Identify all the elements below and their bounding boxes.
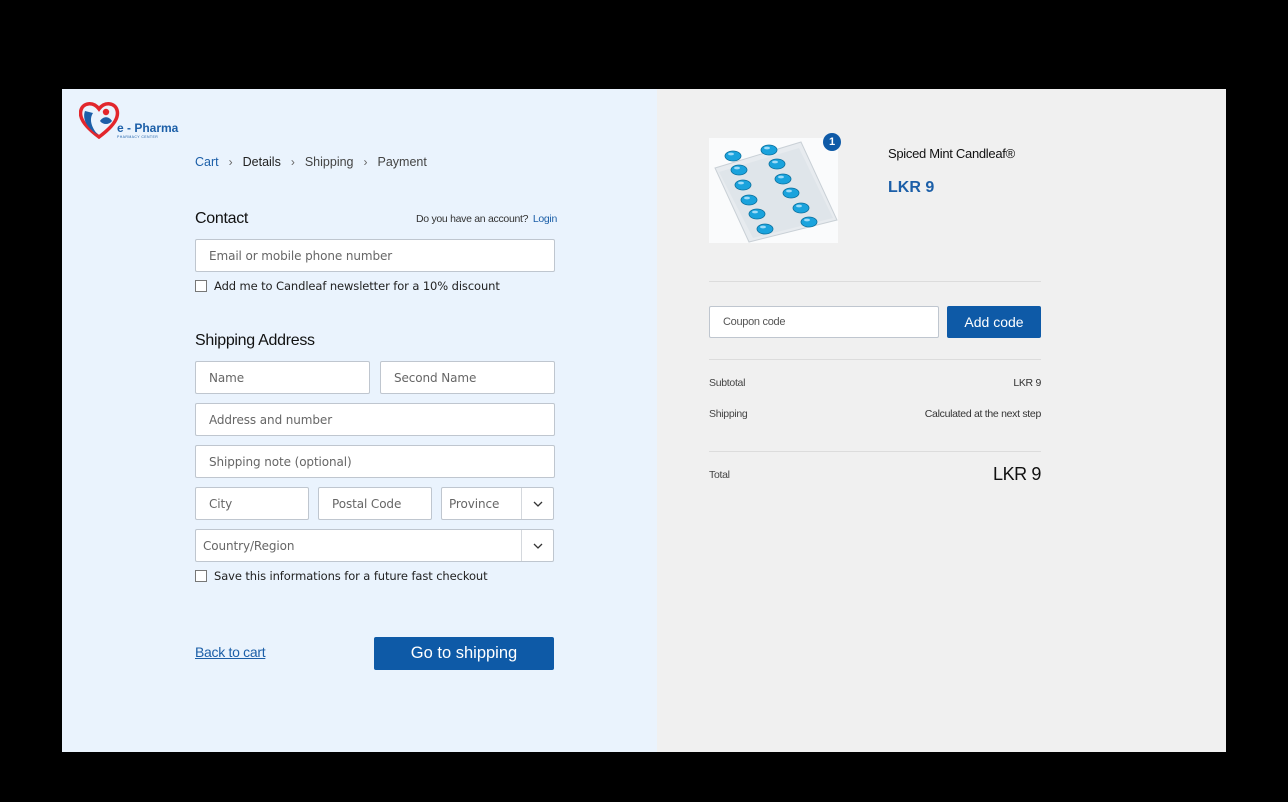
shipping-value: Calculated at the next step [924,408,1042,420]
save-info-label: Save this informations for a future fast… [214,569,488,583]
postal-code-field[interactable]: Postal Code [318,487,432,520]
country-region-select[interactable]: Country/Region [195,529,554,562]
name-field[interactable]: Name [195,361,370,394]
total-label: Total [709,469,730,481]
newsletter-checkbox[interactable] [195,280,207,292]
postal-code-placeholder: Postal Code [332,496,402,511]
breadcrumb-payment[interactable]: Payment [378,155,427,169]
newsletter-option[interactable]: Add me to Candleaf newsletter for a 10% … [195,279,500,293]
add-code-button[interactable]: Add code [947,306,1041,338]
product-image [709,138,838,243]
quantity-badge: 1 [823,133,841,151]
chevron-down-icon [521,488,553,519]
divider [709,451,1041,452]
save-info-option[interactable]: Save this informations for a future fast… [195,569,488,583]
coupon-placeholder: Coupon code [723,316,786,328]
account-question: Do you have an account? [416,213,529,225]
subtotal-label: Subtotal [709,377,746,389]
breadcrumb-details[interactable]: Details [243,155,281,169]
name-placeholder: Name [209,370,245,385]
province-label: Province [449,496,500,511]
second-name-placeholder: Second Name [394,370,477,385]
chevron-right-icon: › [290,155,295,169]
save-info-checkbox[interactable] [195,570,207,582]
email-placeholder: Email or mobile phone number [209,248,393,263]
checkout-window: e - Pharma PHARMACY CENTER Cart › Detail… [62,89,1226,752]
divider [709,281,1041,282]
shipping-note-placeholder: Shipping note (optional) [209,454,352,469]
divider [709,359,1041,360]
breadcrumb-shipping[interactable]: Shipping [305,155,354,169]
breadcrumb-cart[interactable]: Cart [195,155,219,169]
product-name: Spiced Mint Candleaf® [888,146,1015,161]
chevron-down-icon [521,530,553,561]
shipping-address-heading: Shipping Address [195,332,315,349]
email-field[interactable]: Email or mobile phone number [195,239,555,272]
pharma-heart-logo-icon [79,102,120,139]
product-price: LKR 9 [888,179,935,196]
chevron-right-icon: › [228,155,233,169]
shipping-label: Shipping [709,408,748,420]
go-to-shipping-button[interactable]: Go to shipping [374,637,554,670]
breadcrumb: Cart › Details › Shipping › Payment [195,155,427,169]
order-summary-panel: 1 Spiced Mint Candleaf® LKR 9 Coupon cod… [657,89,1226,752]
province-select[interactable]: Province [441,487,554,520]
back-to-cart-link[interactable]: Back to cart [195,644,266,660]
country-region-label: Country/Region [203,538,295,553]
address-placeholder: Address and number [209,412,333,427]
coupon-code-input[interactable]: Coupon code [709,306,939,338]
second-name-field[interactable]: Second Name [380,361,555,394]
brand-tagline: PHARMACY CENTER [117,135,159,139]
brand-name: e - Pharma [117,121,179,135]
contact-heading: Contact [195,210,249,227]
subtotal-value: LKR 9 [1013,377,1041,389]
city-field[interactable]: City [195,487,309,520]
chevron-right-icon: › [363,155,368,169]
shipping-note-field[interactable]: Shipping note (optional) [195,445,555,478]
login-link[interactable]: Login [533,213,558,225]
checkout-form-panel: e - Pharma PHARMACY CENTER Cart › Detail… [62,89,657,752]
address-field[interactable]: Address and number [195,403,555,436]
brand-logo[interactable]: e - Pharma PHARMACY CENTER [79,101,184,139]
account-prompt: Do you have an account? Login [416,213,557,225]
city-placeholder: City [209,496,233,511]
pill-blister-image [709,138,838,243]
newsletter-label: Add me to Candleaf newsletter for a 10% … [214,279,500,293]
total-value: LKR 9 [992,464,1041,484]
